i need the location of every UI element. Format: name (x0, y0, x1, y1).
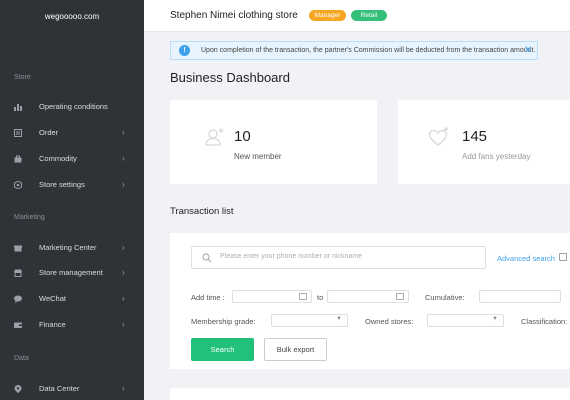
to-label: to (317, 293, 324, 302)
chevron-down-icon: ▼ (336, 316, 342, 322)
chevron-down-icon: ▼ (492, 316, 498, 322)
sidebar-item-label: Order (39, 128, 59, 137)
section-marketing: Marketing (14, 214, 45, 221)
stat-value: 10 (234, 128, 251, 145)
gift-icon (14, 245, 22, 252)
main-content: Stephen Nimei clothing store Manager Ret… (144, 0, 570, 400)
cumulative-label: Cumulative: (425, 293, 465, 302)
sidebar: wegooooo.com Store Operating conditions … (0, 0, 144, 400)
heart-add-icon (428, 127, 448, 146)
chevron-right-icon: › (122, 243, 125, 252)
sidebar-item-label: Finance (39, 320, 66, 329)
chevron-right-icon: › (122, 320, 125, 329)
close-icon[interactable]: ✕ (524, 42, 532, 59)
chevron-right-icon: › (122, 268, 125, 277)
role-badge-manager: Manager (309, 10, 346, 21)
shop-icon (14, 269, 22, 277)
lower-panel (170, 388, 570, 400)
add-time-start-field[interactable] (232, 290, 312, 303)
section-store: Store (14, 74, 31, 81)
chevron-right-icon: › (122, 180, 125, 189)
order-icon (14, 129, 22, 137)
sidebar-item-operating-conditions[interactable]: Operating conditions (0, 94, 144, 120)
search-placeholder: Please enter your phone number or nickna… (220, 253, 363, 260)
add-time-label: Add time : (191, 293, 225, 302)
wallet-icon (14, 322, 22, 328)
search-icon (202, 253, 212, 263)
info-icon: ! (179, 45, 190, 56)
section-data: Data (14, 355, 29, 362)
sidebar-item-label: Data Center (39, 384, 80, 393)
calendar-icon (299, 293, 307, 300)
sidebar-item-store-management[interactable]: Store management › (0, 260, 144, 286)
cumulative-field[interactable] (479, 290, 561, 303)
page-title: Business Dashboard (170, 70, 290, 85)
sidebar-item-data-center[interactable]: Data Center › (0, 376, 144, 400)
sidebar-item-label: Store management (39, 268, 103, 277)
bar-chart-icon (14, 104, 22, 111)
sidebar-item-label: WeChat (39, 294, 66, 303)
search-button[interactable]: Search (191, 338, 254, 361)
stat-card-new-member: 10 New member (170, 100, 377, 184)
notice-text: Upon completion of the transaction, the … (201, 47, 536, 54)
sidebar-item-marketing-center[interactable]: Marketing Center › (0, 235, 144, 261)
add-time-end-field[interactable] (327, 290, 409, 303)
stat-value: 145 (462, 128, 488, 145)
store-name: Stephen Nimei clothing store (170, 10, 298, 21)
sidebar-item-label: Store settings (39, 180, 85, 189)
classification-label: Classification: (521, 317, 568, 326)
advanced-search-link[interactable]: Advanced search (497, 254, 555, 263)
notice-banner: ! Upon completion of the transaction, th… (170, 41, 538, 60)
stat-label: New member (234, 152, 282, 161)
filter-panel: Please enter your phone number or nickna… (170, 233, 570, 369)
search-input[interactable]: Please enter your phone number or nickna… (191, 246, 486, 269)
pin-icon (14, 385, 22, 393)
user-add-icon (205, 128, 224, 146)
sidebar-item-label: Commodity (39, 154, 77, 163)
sidebar-item-store-settings[interactable]: Store settings › (0, 172, 144, 198)
chat-icon (14, 295, 22, 303)
stat-card-add-fans: 145 Add fans yesterday (398, 100, 570, 184)
sidebar-item-finance[interactable]: Finance › (0, 312, 144, 338)
advanced-search-toggle[interactable] (559, 253, 567, 261)
membership-grade-select[interactable]: ▼ (271, 314, 348, 327)
role-badge-retail: Retail (351, 10, 387, 21)
bulk-export-button[interactable]: Bulk export (264, 338, 327, 361)
topbar: Stephen Nimei clothing store Manager Ret… (144, 0, 570, 32)
sidebar-item-order[interactable]: Order › (0, 120, 144, 146)
logo: wegooooo.com (44, 12, 100, 21)
gear-icon (14, 181, 22, 189)
calendar-icon (396, 293, 404, 300)
chevron-right-icon: › (122, 154, 125, 163)
sidebar-item-wechat[interactable]: WeChat › (0, 286, 144, 312)
chevron-right-icon: › (122, 384, 125, 393)
bag-icon (14, 155, 22, 163)
stat-label: Add fans yesterday (462, 152, 531, 161)
chevron-right-icon: › (122, 294, 125, 303)
membership-grade-label: Membership grade: (191, 317, 256, 326)
sidebar-item-label: Marketing Center (39, 243, 97, 252)
owned-stores-select[interactable]: ▼ (427, 314, 504, 327)
sidebar-item-commodity[interactable]: Commodity › (0, 146, 144, 172)
transaction-list-title: Transaction list (170, 206, 234, 217)
sidebar-item-label: Operating conditions (39, 102, 108, 111)
chevron-right-icon: › (122, 128, 125, 137)
owned-stores-label: Owned stores: (365, 317, 414, 326)
